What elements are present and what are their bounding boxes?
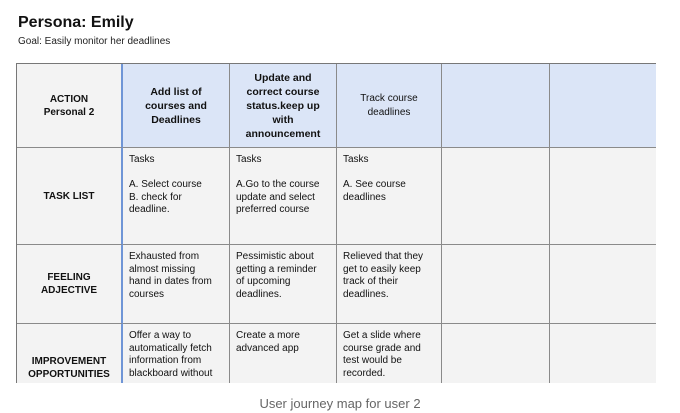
table-cell xyxy=(550,148,656,245)
header-col-2: Update and correct course status.keep up… xyxy=(230,64,337,148)
table-cell xyxy=(550,324,656,383)
table-cell: Tasks A. See course deadlines xyxy=(337,148,442,245)
header-col-3: Track course deadlines xyxy=(337,64,442,148)
table-cell: Relieved that they get to easily keep tr… xyxy=(337,245,442,324)
table-cell: Get a slide where course grade and test … xyxy=(337,324,442,383)
table-cell: Exhausted from almost missing hand in da… xyxy=(123,245,230,324)
table-cell: Create a more advanced app xyxy=(230,324,337,383)
figure-caption: User journey map for user 2 xyxy=(259,396,421,411)
header-action: ACTION Personal 2 xyxy=(17,64,123,148)
table-cell xyxy=(550,245,656,324)
table-cell: Pessimistic about getting a reminder of … xyxy=(230,245,337,324)
table-cell xyxy=(442,245,550,324)
table-cell: Tasks A. Select course B. check for dead… xyxy=(123,148,230,245)
table-cell: Tasks A.Go to the course update and sele… xyxy=(230,148,337,245)
header-col-4 xyxy=(442,64,550,148)
table-cell xyxy=(442,148,550,245)
row-label-improvement-opportunities: IMPROVEMENT OPPORTUNITIES xyxy=(17,324,123,383)
header-col-5 xyxy=(550,64,656,148)
row-label-task-list: TASK LIST xyxy=(17,148,123,245)
journey-map-table: ACTION Personal 2 Add list of courses an… xyxy=(16,63,656,383)
row-label-feeling-adjective: FEELING ADJECTIVE xyxy=(17,245,123,324)
header-col-1: Add list of courses and Deadlines xyxy=(123,64,230,148)
persona-title: Persona: Emily xyxy=(18,14,134,31)
persona-goal: Goal: Easily monitor her deadlines xyxy=(18,36,171,47)
table-cell: Offer a way to automatically fetch infor… xyxy=(123,324,230,383)
table-cell xyxy=(442,324,550,383)
